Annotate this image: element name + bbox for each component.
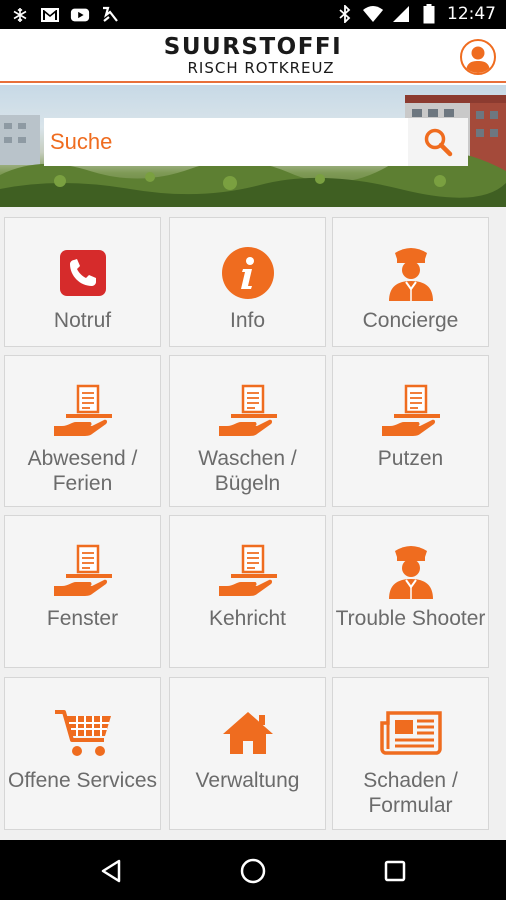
service-tray-icon (216, 542, 280, 600)
brand-logo: SUURSTOFFI RISCH ROTKREUZ (0, 35, 506, 77)
snowflake-icon (10, 5, 30, 25)
info-icon (216, 244, 280, 302)
tile-kehricht[interactable]: Kehricht (169, 515, 326, 668)
service-tray-icon (379, 382, 443, 440)
concierge-icon (379, 542, 443, 600)
recents-button[interactable] (380, 856, 410, 886)
cart-icon (51, 704, 115, 762)
tile-putzen[interactable]: Putzen (332, 355, 489, 507)
tile-abwesend-ferien[interactable]: Abwesend / Ferien (4, 355, 161, 507)
brand-title: SUURSTOFFI (163, 34, 343, 60)
tile-label: Verwaltung (195, 769, 300, 792)
tile-label: Notruf (53, 309, 112, 332)
tile-label: Trouble Shooter (335, 607, 486, 630)
tile-label: Putzen (377, 447, 444, 470)
tile-waschen-buegeln[interactable]: Waschen / Bügeln (169, 355, 326, 507)
download-check-icon (100, 5, 120, 25)
search-icon (424, 128, 453, 157)
tile-fenster[interactable]: Fenster (4, 515, 161, 668)
back-button[interactable] (96, 856, 126, 886)
tile-concierge[interactable]: Concierge (332, 217, 489, 347)
brand-subtitle: RISCH ROTKREUZ (187, 59, 335, 77)
status-time: 12:47 (447, 4, 496, 24)
status-bar: 12:47 (0, 0, 506, 29)
tile-trouble-shooter[interactable]: Trouble Shooter (332, 515, 489, 668)
gmail-icon (40, 5, 60, 25)
concierge-icon (379, 244, 443, 302)
signal-icon (391, 4, 411, 24)
bluetooth-icon (335, 4, 355, 24)
search-input[interactable] (44, 118, 408, 166)
recents-icon (384, 860, 406, 882)
newspaper-icon (379, 704, 443, 762)
tile-schaden-formular[interactable]: Schaden / Formular (332, 677, 489, 830)
service-tray-icon (216, 382, 280, 440)
service-tray-icon (51, 382, 115, 440)
tile-label: Abwesend / Ferien (27, 447, 138, 495)
search-button[interactable] (408, 118, 468, 166)
youtube-icon (70, 5, 90, 25)
tile-label: Waschen / Bügeln (198, 447, 297, 495)
tile-notruf[interactable]: Notruf (4, 217, 161, 347)
tile-label: Fenster (46, 607, 119, 630)
tile-label: Info (229, 309, 266, 332)
phone-icon (51, 244, 115, 302)
android-nav-bar (0, 840, 506, 900)
profile-avatar-button[interactable] (460, 39, 496, 75)
tile-verwaltung[interactable]: Verwaltung (169, 677, 326, 830)
tile-label: Schaden / Formular (363, 769, 458, 817)
user-icon (466, 46, 490, 73)
home-button[interactable] (238, 856, 268, 886)
tile-label: Kehricht (208, 607, 287, 630)
home-icon (216, 704, 280, 762)
wifi-icon (363, 4, 383, 24)
home-circle-icon (240, 858, 266, 884)
service-tray-icon (51, 542, 115, 600)
app-header: SUURSTOFFI RISCH ROTKREUZ (0, 29, 506, 83)
battery-icon (419, 4, 439, 24)
tile-label: Offene Services (7, 769, 158, 792)
tile-offene-services[interactable]: Offene Services (4, 677, 161, 830)
tile-info[interactable]: Info (169, 217, 326, 347)
tile-label: Concierge (362, 309, 459, 332)
back-icon (101, 859, 121, 883)
